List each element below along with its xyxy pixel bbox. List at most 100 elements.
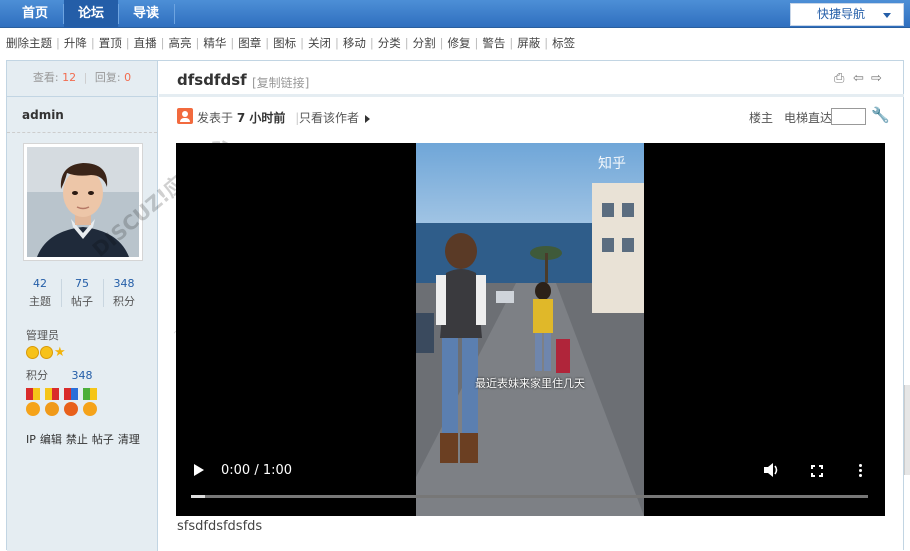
- toolbar-separator: |: [90, 36, 95, 50]
- nav-divider: [174, 4, 175, 24]
- mod-action-10[interactable]: 分类: [378, 36, 401, 50]
- toolbar-separator: |: [544, 36, 549, 50]
- nav-forum[interactable]: 论坛: [64, 0, 118, 28]
- top-nav-bar: 首页 论坛 导读 快捷导航: [0, 0, 910, 28]
- mod-action-5[interactable]: 精华: [203, 36, 226, 50]
- posts-count[interactable]: 75 帖子: [63, 277, 101, 309]
- title-row: dfsdfdsf [复制链接] ⎙ ⇦ ⇨: [159, 61, 904, 97]
- mod-action-15[interactable]: 标签: [552, 36, 575, 50]
- toolbar-separator: |: [509, 36, 514, 50]
- nav-guide[interactable]: 导读: [119, 0, 173, 28]
- thread-stats: 查看: 12 | 回复: 0: [7, 61, 157, 97]
- user-icon: [177, 108, 193, 124]
- floor-label: 楼主: [749, 111, 774, 125]
- volume-icon[interactable]: [764, 463, 780, 477]
- rank-stars: ★: [26, 345, 66, 359]
- prev-thread-icon[interactable]: ⇦: [853, 72, 867, 86]
- toolbar-separator: |: [300, 36, 304, 50]
- credit-row: 积分 348: [26, 367, 93, 383]
- nav-home[interactable]: 首页: [8, 0, 62, 28]
- post-main: dfsdfdsf [复制链接] ⎙ ⇦ ⇨ 发表于 7 小时前 | 只看该作者 …: [159, 61, 904, 551]
- smiley-icon: [40, 346, 53, 359]
- mod-action-2[interactable]: 置顶: [99, 36, 122, 50]
- toolbar-separator: |: [474, 36, 479, 50]
- mod-action-4[interactable]: 高亮: [169, 36, 192, 50]
- moderation-toolbar: 删除主题 | 升降 | 置顶 | 直播 | 高亮 | 精华 | 图章 | 图标 | 关闭 | 移动 | 分类 | 分割 | 修复…: [6, 35, 575, 51]
- mod-action-6[interactable]: 图章: [238, 36, 261, 50]
- author-name[interactable]: admin: [7, 97, 157, 133]
- video-progress-bar[interactable]: [191, 495, 868, 498]
- ban-link[interactable]: 禁止: [66, 433, 88, 446]
- views-label: 查看:: [32, 71, 59, 84]
- ip-link[interactable]: IP: [26, 433, 36, 446]
- user-group[interactable]: 管理员: [26, 327, 59, 343]
- quick-nav-button[interactable]: 快捷导航: [790, 3, 904, 26]
- posted-time: 发表于 7 小时前 |: [197, 111, 300, 125]
- count-value: 348: [113, 277, 135, 290]
- print-icon[interactable]: ⎙: [834, 72, 848, 86]
- floor-jump-input[interactable]: [831, 108, 866, 125]
- mod-action-0[interactable]: 删除主题: [6, 36, 52, 50]
- medal-icon[interactable]: [64, 388, 78, 416]
- posts-link[interactable]: 帖子: [92, 433, 114, 446]
- video-player[interactable]: 知乎 最近表妹来家里住几天 0:00 / 1:00: [176, 143, 885, 516]
- jump-label: 电梯直达: [784, 111, 833, 125]
- mod-action-14[interactable]: 屏蔽: [517, 36, 540, 50]
- credit-label: 积分: [26, 369, 48, 382]
- video-scene-image: [416, 143, 644, 516]
- chevron-down-icon: [883, 13, 891, 18]
- medal-icon[interactable]: [26, 388, 40, 416]
- mod-action-8[interactable]: 关闭: [308, 36, 331, 50]
- author-counts: 42 主题 75 帖子 348 积分: [21, 277, 145, 311]
- play-icon[interactable]: [194, 464, 204, 476]
- mod-action-11[interactable]: 分割: [413, 36, 436, 50]
- video-subtitle: 最近表妹来家里住几天: [475, 377, 585, 390]
- threads-count[interactable]: 42 主题: [21, 277, 59, 309]
- post-container: 查看: 12 | 回复: 0 admin 42 主题 75 帖子 348 积分 …: [6, 60, 904, 551]
- post-body: sfsdfdsfdsfds: [177, 519, 263, 534]
- video-frame: 知乎 最近表妹来家里住几天: [416, 143, 644, 516]
- medal-icon[interactable]: [83, 388, 97, 416]
- replies-label: 回复:: [94, 71, 121, 84]
- credit-value: 348: [71, 369, 93, 382]
- quick-nav-label: 快捷导航: [817, 7, 866, 21]
- toolbar-separator: |: [230, 36, 235, 50]
- more-options-icon[interactable]: [859, 464, 862, 478]
- toolbar-separator: |: [56, 36, 60, 50]
- divider: [103, 279, 104, 307]
- count-value: 75: [75, 277, 89, 290]
- mod-action-1[interactable]: 升降: [64, 36, 87, 50]
- page-scrollbar[interactable]: [904, 385, 910, 475]
- fullscreen-icon[interactable]: [810, 464, 824, 478]
- thread-title: dfsdfdsf: [177, 71, 247, 89]
- mod-action-7[interactable]: 图标: [273, 36, 296, 50]
- wrench-icon[interactable]: 🔧: [871, 106, 890, 124]
- copy-link[interactable]: [复制链接]: [252, 74, 309, 91]
- smiley-icon: [26, 346, 39, 359]
- edit-link[interactable]: 编辑: [40, 433, 62, 446]
- views-count: 12: [62, 71, 77, 84]
- clean-link[interactable]: 清理: [118, 433, 140, 446]
- posted-prefix: 发表于: [197, 111, 234, 125]
- count-label: 积分: [113, 295, 135, 308]
- replies-count: 0: [124, 71, 132, 84]
- mod-action-9[interactable]: 移动: [343, 36, 366, 50]
- play-arrow-icon: [365, 114, 371, 123]
- toolbar-separator: |: [369, 36, 374, 50]
- credits-count[interactable]: 348 积分: [105, 277, 143, 309]
- mod-action-3[interactable]: 直播: [134, 36, 157, 50]
- video-progress-fill: [191, 495, 205, 498]
- next-thread-icon[interactable]: ⇨: [871, 72, 885, 86]
- count-value: 42: [33, 277, 47, 290]
- toolbar-separator: |: [195, 36, 200, 50]
- only-author-label: 只看该作者: [299, 111, 360, 125]
- only-author-link[interactable]: 只看该作者: [299, 109, 371, 126]
- medal-icon[interactable]: [45, 388, 59, 416]
- toolbar-separator: |: [404, 36, 409, 50]
- mod-action-13[interactable]: 警告: [482, 36, 505, 50]
- mod-action-12[interactable]: 修复: [448, 36, 471, 50]
- posted-time-value: 7 小时前: [236, 111, 286, 125]
- admin-links: IP 编辑 禁止 帖子 清理: [26, 431, 144, 447]
- post-meta: 发表于 7 小时前 | 只看该作者 楼主 电梯直达 🔧: [177, 106, 890, 128]
- divider: [61, 279, 62, 307]
